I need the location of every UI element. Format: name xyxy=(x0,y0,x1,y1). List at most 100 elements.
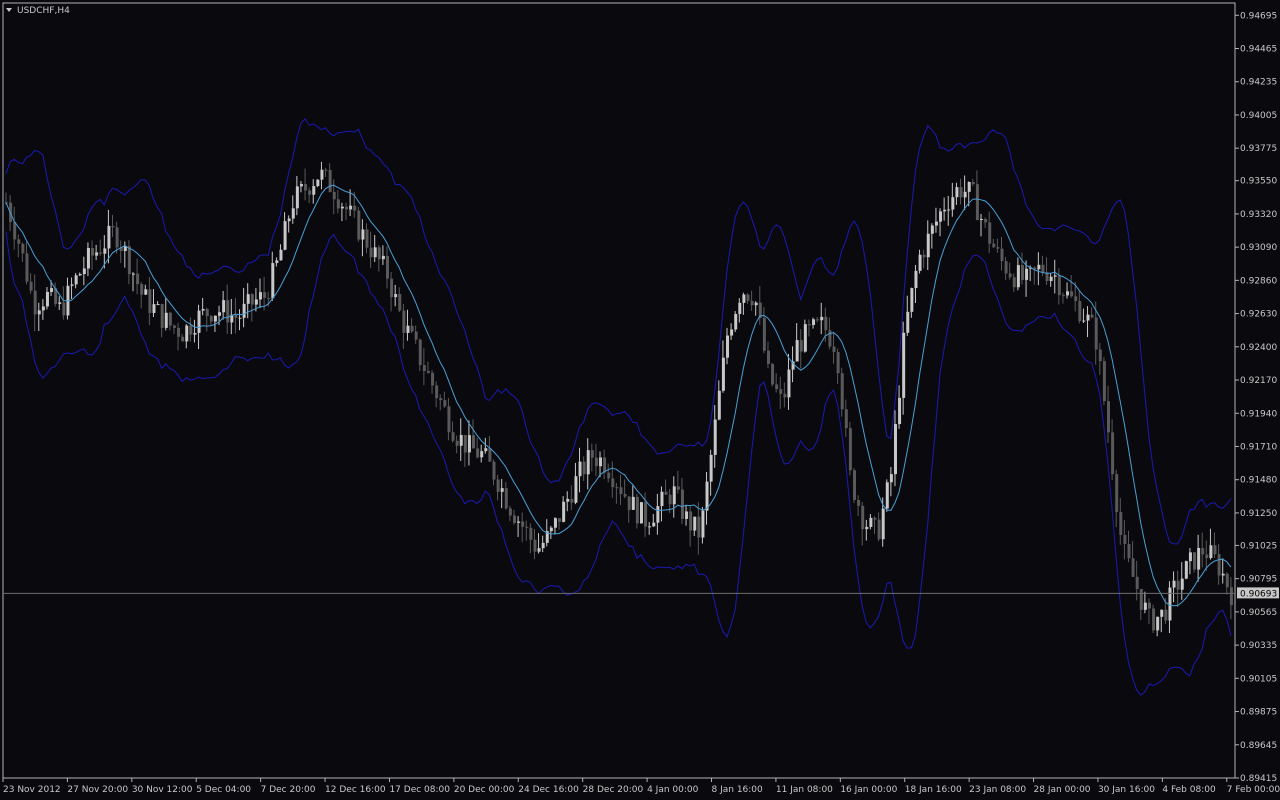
candle-body xyxy=(1094,317,1098,350)
candle-body xyxy=(877,519,881,540)
candle-body xyxy=(1041,264,1045,273)
candle-body xyxy=(734,313,738,330)
candle-body xyxy=(1053,275,1057,277)
candle-body xyxy=(779,389,783,394)
candle-body xyxy=(750,300,754,306)
candle-body xyxy=(1102,361,1106,402)
candle-body xyxy=(410,325,414,332)
candle-body xyxy=(1123,534,1127,545)
candle-body xyxy=(1197,547,1201,570)
candle-body xyxy=(1025,268,1029,280)
candle-body xyxy=(680,489,684,519)
candle-body xyxy=(648,526,652,528)
candle-body xyxy=(1152,608,1156,631)
candle-body xyxy=(402,310,406,333)
candle-body xyxy=(1037,264,1041,270)
candle-body xyxy=(853,470,857,500)
candle-body xyxy=(1086,314,1090,321)
candle-body xyxy=(607,472,611,479)
candle-body xyxy=(726,335,730,358)
candle-body xyxy=(1205,554,1209,559)
candle-body xyxy=(1012,277,1016,288)
candle-body xyxy=(738,302,742,314)
candle-body xyxy=(988,222,992,244)
candle-body xyxy=(205,309,209,317)
candle-body xyxy=(713,419,717,455)
candle-body xyxy=(1184,561,1188,579)
candle-body xyxy=(787,369,791,398)
candle-body xyxy=(742,294,746,303)
candle-body xyxy=(762,317,766,351)
candle-body xyxy=(168,312,172,326)
x-tick-label: 4 Feb 08:00 xyxy=(1162,785,1216,795)
candle-body xyxy=(1143,602,1147,610)
candle-body xyxy=(963,191,967,198)
candle-body xyxy=(717,390,721,420)
candle-body xyxy=(451,432,455,441)
candle-body xyxy=(721,357,725,391)
candle-body xyxy=(783,393,787,398)
candle-body xyxy=(1188,552,1192,562)
candle-body xyxy=(730,329,734,336)
y-tick-label: 0.92400 xyxy=(1240,343,1277,353)
candle-body xyxy=(980,218,984,220)
candle-body xyxy=(1229,587,1233,606)
candle-body xyxy=(406,325,410,333)
candle-body xyxy=(1000,248,1004,262)
candle-body xyxy=(345,206,349,210)
price-chart[interactable]: 0.94695 0.94465 0.94235 0.94005 0.93775 0.935… xyxy=(0,0,1280,800)
candle-body xyxy=(218,312,222,316)
candle-body xyxy=(353,205,357,211)
candle-body xyxy=(656,506,660,523)
candle-body xyxy=(394,294,398,298)
candle-body xyxy=(385,255,389,279)
y-tick-label: 0.89645 xyxy=(1240,741,1277,751)
candle-body xyxy=(164,312,168,328)
price-tag-value: 0.90693 xyxy=(1240,589,1277,599)
candle-body xyxy=(512,515,516,523)
candle-body xyxy=(414,331,418,340)
candle-body xyxy=(906,311,910,333)
candle-body xyxy=(746,294,750,301)
candle-body xyxy=(533,539,537,552)
candle-body xyxy=(254,299,258,305)
x-tick-label: 5 Dec 04:00 xyxy=(196,785,251,795)
candle-body xyxy=(812,319,816,325)
x-tick-label: 16 Jan 00:00 xyxy=(840,785,897,795)
y-tick-label: 0.94235 xyxy=(1240,78,1277,88)
candle-body xyxy=(582,461,586,475)
candle-body xyxy=(816,319,820,321)
candle-body xyxy=(95,252,99,256)
candle-body xyxy=(263,292,267,298)
candle-body xyxy=(1004,261,1008,274)
candle-body xyxy=(594,457,598,467)
candle-body xyxy=(959,187,963,198)
candle-body xyxy=(807,324,811,326)
candle-body xyxy=(41,306,45,311)
candle-body xyxy=(676,486,680,490)
candle-body xyxy=(467,435,471,453)
candle-body xyxy=(1061,295,1065,297)
candle-body xyxy=(685,511,689,519)
candle-body xyxy=(922,254,926,258)
candle-body xyxy=(603,457,607,473)
candle-body xyxy=(861,505,865,530)
candle-body xyxy=(828,330,832,347)
candle-body xyxy=(381,255,385,260)
candle-body xyxy=(824,316,828,331)
x-tick-label: 12 Dec 16:00 xyxy=(325,785,386,795)
candle-body xyxy=(1082,320,1086,322)
candle-body xyxy=(238,317,242,319)
x-tick-label: 4 Jan 00:00 xyxy=(647,785,699,795)
candle-body xyxy=(484,448,488,452)
candle-body xyxy=(586,450,590,475)
candle-body xyxy=(181,336,185,342)
candle-body xyxy=(234,314,238,318)
candle-body xyxy=(934,221,938,226)
candle-body xyxy=(1217,554,1221,576)
candle-body xyxy=(967,181,971,192)
candle-body xyxy=(971,181,975,185)
x-tick-label: 27 Nov 20:00 xyxy=(67,785,128,795)
candle-body xyxy=(1090,314,1094,318)
candle-body xyxy=(390,278,394,298)
